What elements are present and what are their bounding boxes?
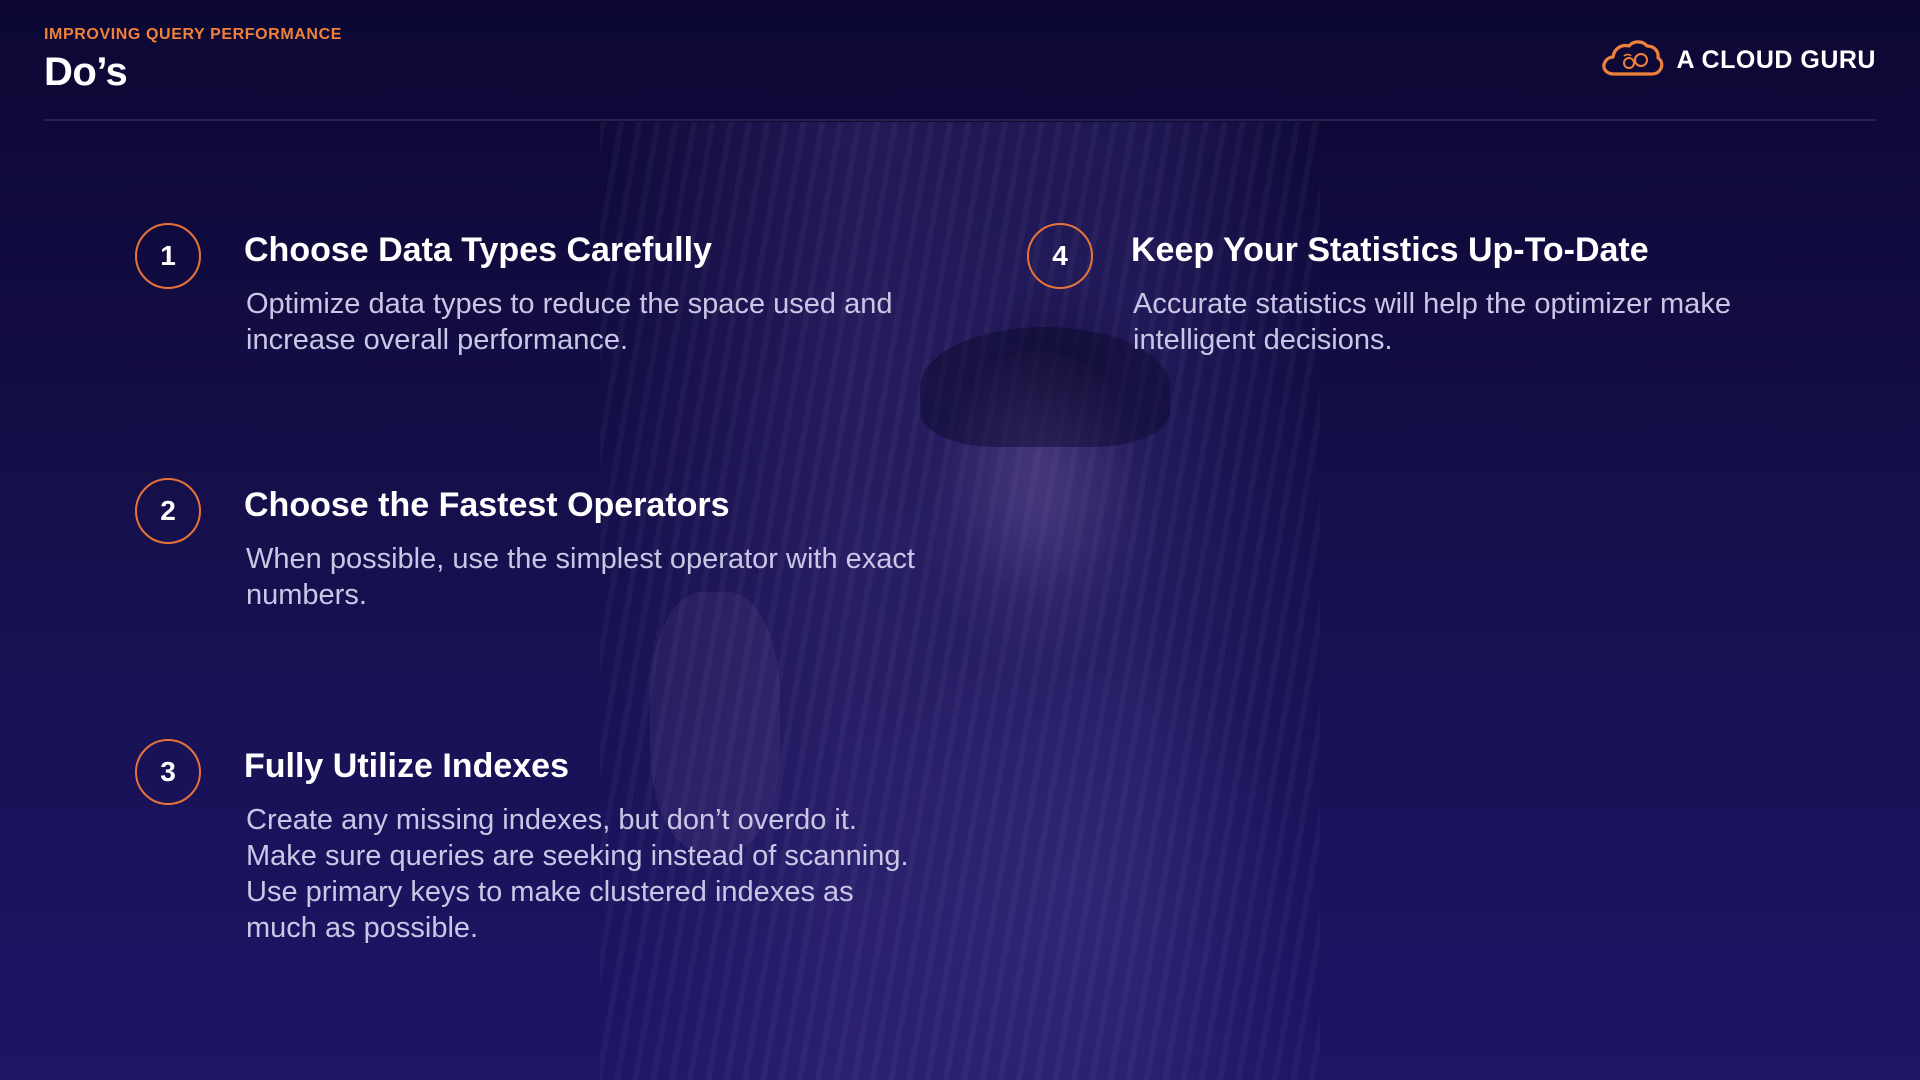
section-eyebrow: IMPROVING QUERY PERFORMANCE [44,26,343,43]
cloud-logo-icon [1600,38,1664,83]
do-item-description: Create any missing indexes, but don’t ov… [246,804,909,944]
brand-logo: A CLOUD GURU [1600,38,1876,83]
step-number-badge: 1 [135,223,201,289]
do-item-description: Accurate statistics will help the optimi… [1133,288,1731,356]
slide-header: IMPROVING QUERY PERFORMANCE Do’s [44,26,342,95]
background-photo-face [945,352,1135,602]
step-number-badge: 4 [1027,223,1093,289]
do-item-title: Choose the Fastest Operators [244,486,730,524]
step-number-badge: 3 [135,739,201,805]
do-item-title: Keep Your Statistics Up-To-Date [1131,231,1649,269]
do-item-description: When possible, use the simplest operator… [246,543,915,611]
do-item-description: Optimize data types to reduce the space … [246,288,893,356]
header-divider [44,119,1876,121]
do-item-title: Fully Utilize Indexes [244,747,569,785]
brand-name: A CLOUD GURU [1676,46,1876,74]
page-title: Do’s [44,50,128,94]
step-number-badge: 2 [135,478,201,544]
do-item-title: Choose Data Types Carefully [244,231,712,269]
